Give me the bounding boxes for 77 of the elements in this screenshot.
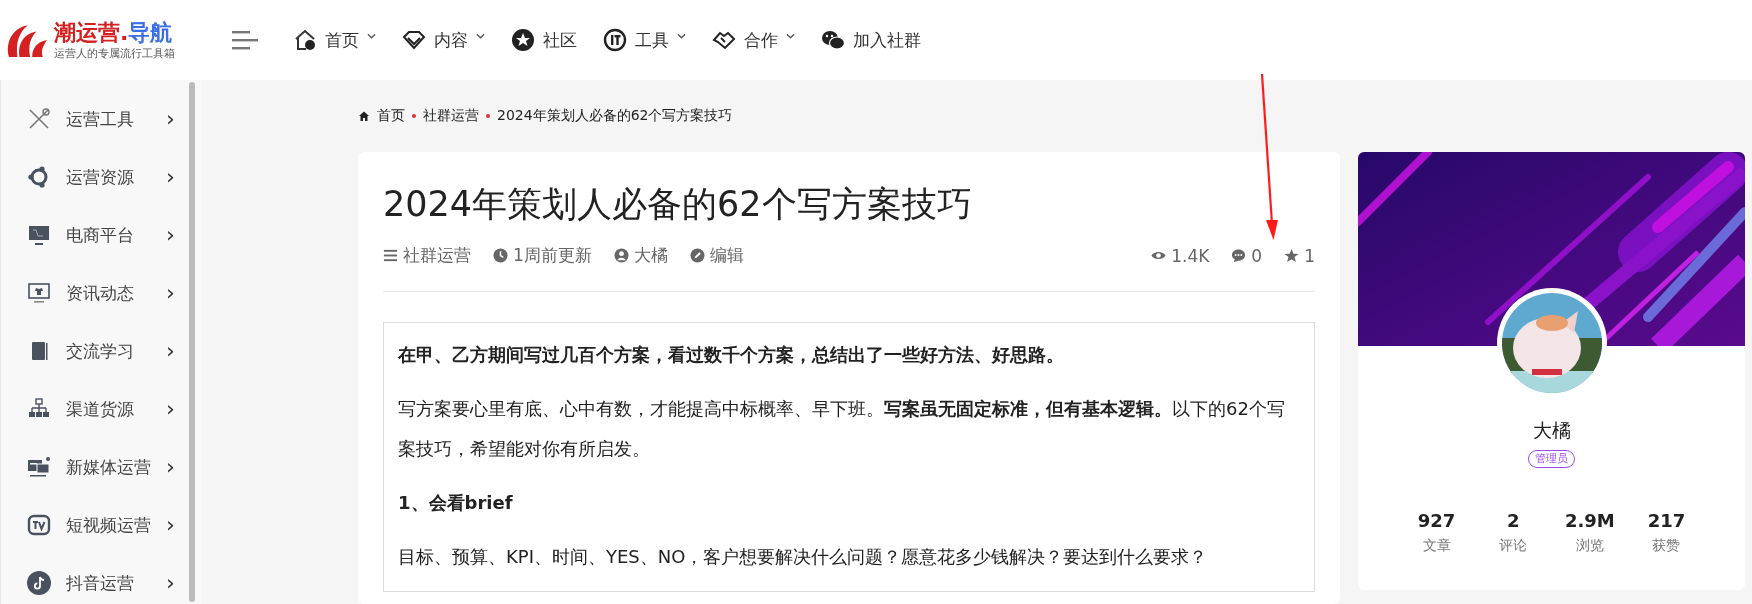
clock-icon bbox=[493, 248, 508, 263]
menu-icon[interactable] bbox=[232, 30, 258, 50]
sidebar-item[interactable]: 渠道货源 › bbox=[1, 380, 201, 438]
profile-name: 大橘 bbox=[1532, 418, 1571, 443]
chevron-icon: › bbox=[166, 166, 175, 188]
chevron-icon: › bbox=[166, 572, 175, 594]
sidebar-item[interactable]: 短视频运营 › bbox=[1, 496, 201, 554]
sidebar-item[interactable]: 交流学习 › bbox=[1, 322, 201, 380]
stat-label: 获赞 bbox=[1652, 537, 1681, 555]
caret-icon bbox=[786, 33, 795, 39]
caret-icon bbox=[476, 33, 485, 39]
breadcrumb-link[interactable]: 首页 bbox=[377, 107, 405, 125]
tv-icon bbox=[27, 513, 51, 537]
nav-link[interactable]: 合作 bbox=[712, 22, 795, 58]
caret-icon bbox=[367, 33, 376, 39]
separator-dot bbox=[486, 114, 490, 118]
paragraph: 写方案要心里有底、心中有数，才能提高中标概率、早下班。写案虽无固定标准，但有基本逻辑。以下的62个写案技巧，希望能对你有所启发。 bbox=[398, 397, 1286, 461]
list-icon bbox=[383, 248, 398, 263]
screens-icon bbox=[27, 455, 51, 479]
monitor-icon bbox=[27, 223, 51, 247]
star-badge-icon bbox=[511, 28, 535, 52]
article-title: 2024年策划人必备的62个写方案技巧 bbox=[383, 183, 973, 226]
scrollbar[interactable] bbox=[189, 82, 195, 602]
sidebar-item[interactable]: 新媒体运营 › bbox=[1, 438, 201, 496]
sidebar-item[interactable]: 运营资源 › bbox=[1, 148, 201, 206]
chevron-icon: › bbox=[166, 108, 175, 130]
chevron-icon: › bbox=[166, 456, 175, 478]
pencil-icon bbox=[689, 248, 705, 263]
stat-label: 文章 bbox=[1422, 537, 1451, 555]
logo-title[interactable]: 潮运营. bbox=[54, 19, 129, 45]
meta-link[interactable]: 社群运营 bbox=[383, 244, 471, 267]
sidebar-item[interactable]: 运营工具 › bbox=[1, 90, 201, 148]
nav-link[interactable]: 社区 bbox=[511, 22, 577, 58]
meta-link[interactable]: 1周前更新 bbox=[493, 244, 592, 267]
sidebar-item[interactable]: 电商平台 › bbox=[1, 206, 201, 264]
sidebar-item[interactable]: 抖音运营 › bbox=[1, 554, 201, 604]
nav-link[interactable]: 加入社群 bbox=[821, 22, 921, 58]
monitor-icon bbox=[27, 281, 51, 305]
stat-label: 浏览 bbox=[1575, 537, 1604, 555]
nav-link[interactable]: 工具 bbox=[603, 22, 686, 58]
stat-value: 2.9M bbox=[1564, 510, 1615, 531]
article-stat: 1 bbox=[1284, 245, 1315, 266]
chevron-icon: › bbox=[166, 282, 175, 304]
article-stat: 0 bbox=[1231, 245, 1263, 266]
diamond-icon bbox=[402, 28, 426, 52]
logo-tagline: 运营人的专属流行工具箱 bbox=[54, 45, 175, 61]
stat-value: 217 bbox=[1647, 510, 1686, 531]
caret-icon bbox=[677, 33, 686, 39]
chevron-icon: › bbox=[166, 514, 175, 536]
home-icon bbox=[293, 28, 317, 52]
comment-icon bbox=[1231, 248, 1247, 263]
sidebar-item[interactable]: 资讯动态 › bbox=[1, 264, 201, 322]
logo-title-accent[interactable]: 导航 bbox=[128, 19, 173, 45]
stat-label: 评论 bbox=[1499, 537, 1528, 555]
breadcrumb-link[interactable]: 社群运营 bbox=[423, 107, 479, 125]
chevron-icon: › bbox=[166, 224, 175, 246]
chevron-icon: › bbox=[166, 340, 175, 362]
stat-value: 2 bbox=[1506, 510, 1520, 531]
nav-link[interactable]: 首页 bbox=[293, 22, 376, 58]
nav-link[interactable]: 内容 bbox=[402, 22, 485, 58]
tool-badge-icon bbox=[603, 28, 627, 52]
user-icon bbox=[613, 248, 629, 263]
paragraph: 目标、预算、KPI、时间、YES、NO，客户想要解决什么问题？愿意花多少钱解决？要达到什么要求？ bbox=[398, 545, 1209, 569]
star-icon bbox=[1284, 248, 1300, 263]
meta-link[interactable]: 大橘 bbox=[613, 244, 668, 267]
breadcrumb-link[interactable]: 2024年策划人必备的62个写方案技巧 bbox=[497, 107, 733, 125]
lead-paragraph: 在甲、乙方期间写过几百个方案，看过数千个方案，总结出了一些好方法、好思路。 bbox=[398, 343, 1065, 367]
separator-dot bbox=[412, 114, 416, 118]
meta-link[interactable]: 编辑 bbox=[689, 244, 744, 267]
music-note-icon bbox=[27, 571, 51, 595]
chat-icon bbox=[821, 28, 845, 52]
stat-value: 927 bbox=[1417, 510, 1456, 531]
section-heading: 1、会看brief bbox=[398, 491, 514, 515]
home-icon bbox=[358, 110, 370, 122]
tools-icon bbox=[27, 107, 51, 131]
chevron-icon: › bbox=[166, 398, 175, 420]
article-stat: 1.4K bbox=[1151, 245, 1210, 266]
